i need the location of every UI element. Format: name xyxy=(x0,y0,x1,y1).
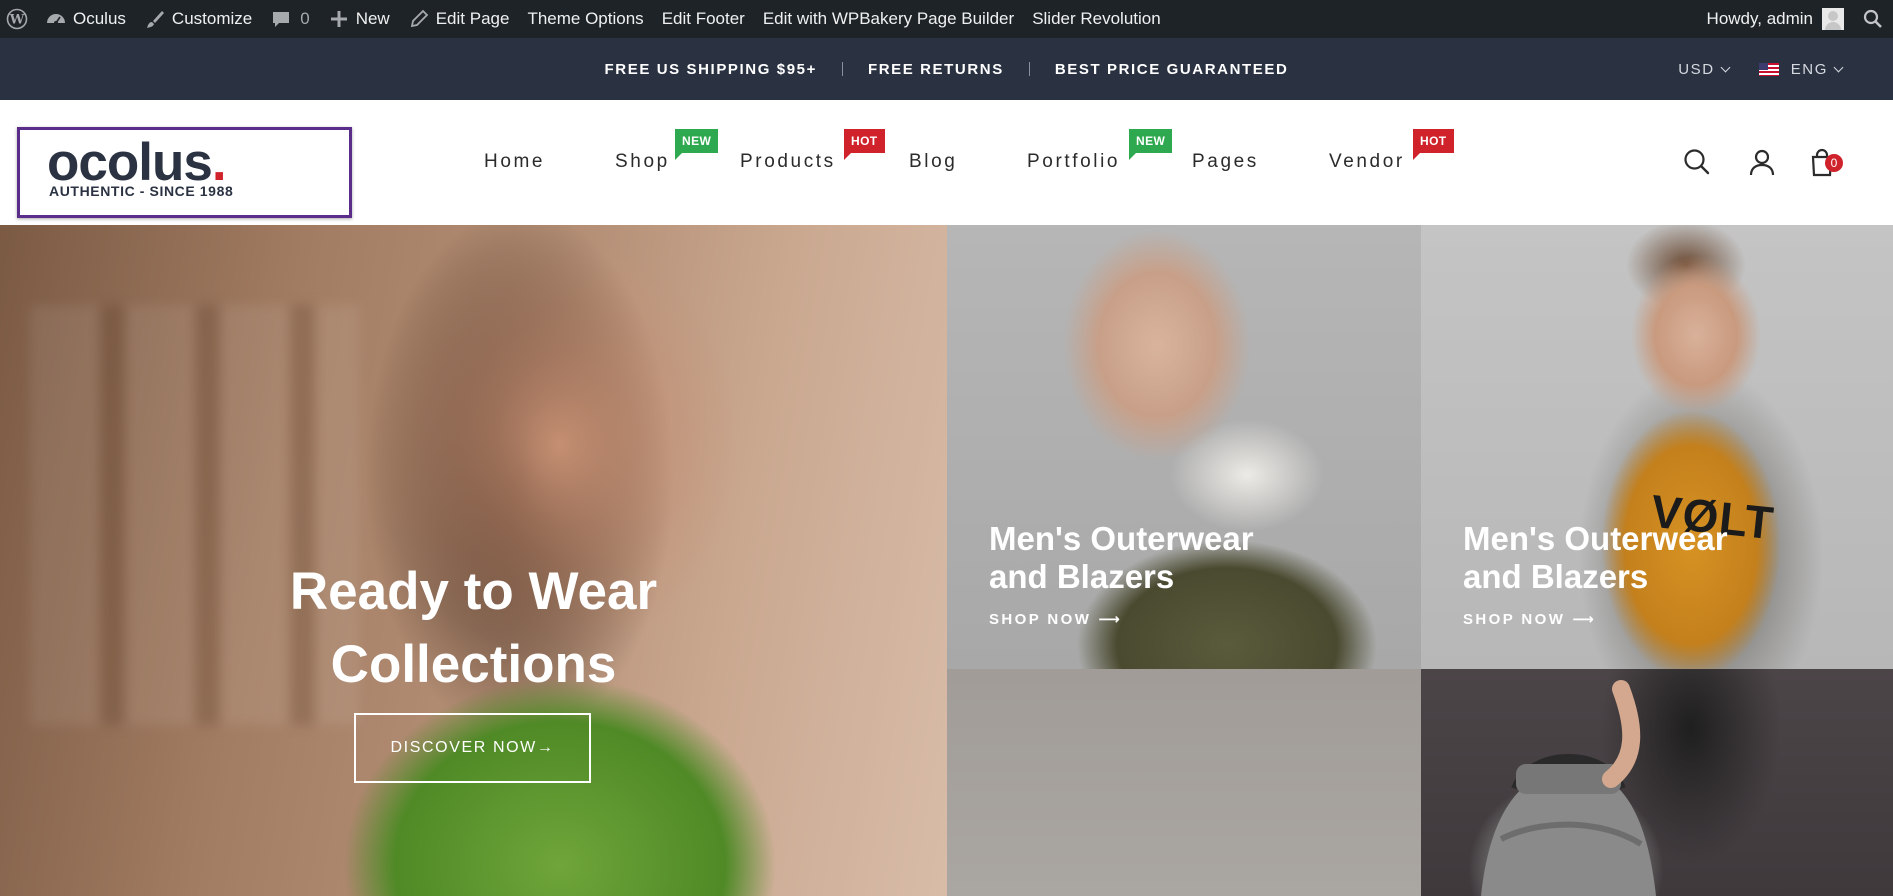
user-icon[interactable] xyxy=(1747,147,1777,177)
slider-revolution-label: Slider Revolution xyxy=(1032,9,1161,28)
discover-now-button[interactable]: DISCOVER NOW→ xyxy=(354,713,591,783)
comment-icon xyxy=(270,8,292,30)
comments-link[interactable]: 0 xyxy=(261,0,318,38)
promo-tile-men[interactable]: Men's Outerwear and Blazers SHOP NOW ⟶ xyxy=(947,225,1421,669)
tile-title: Men's Outerwear and Blazers xyxy=(989,520,1254,595)
badge-new: NEW xyxy=(675,129,719,160)
nav-shop[interactable]: Shop xyxy=(615,151,670,173)
promo-price: BEST PRICE GUARANTEED xyxy=(1054,60,1289,78)
badge-new: NEW xyxy=(1129,129,1173,160)
shop-now-label: SHOP NOW xyxy=(989,610,1092,628)
promo-messages: FREE US SHIPPING $95+ FREE RETURNS BEST … xyxy=(605,61,1289,78)
chevron-down-icon xyxy=(1720,62,1731,72)
shopping-bag-icon[interactable]: 0 xyxy=(1808,147,1843,177)
edit-footer-link[interactable]: Edit Footer xyxy=(653,0,754,38)
currency-value: USD xyxy=(1678,60,1715,78)
new-label: New xyxy=(355,9,390,28)
search-icon xyxy=(1862,8,1884,30)
tile-title: Men's Outerwear and Blazers xyxy=(1463,520,1728,595)
edit-page-link[interactable]: Edit Page xyxy=(399,0,519,38)
site-header: ocolus. AUTHENTIC - SINCE 1988 Home Shop… xyxy=(0,100,1893,225)
promo-tile-bags[interactable] xyxy=(1421,669,1893,896)
logo-tagline: AUTHENTIC - SINCE 1988 xyxy=(49,183,234,199)
wpbakery-link[interactable]: Edit with WPBakery Page Builder xyxy=(754,0,1023,38)
promo-divider xyxy=(841,62,843,76)
search-icon[interactable] xyxy=(1682,147,1712,177)
currency-selector[interactable]: USD xyxy=(1678,60,1731,78)
site-logo[interactable]: ocolus. AUTHENTIC - SINCE 1988 xyxy=(17,127,352,218)
wordpress-logo-button[interactable]: W xyxy=(0,0,36,38)
badge-hot: HOT xyxy=(844,129,885,160)
customize-link[interactable]: Customize xyxy=(135,0,261,38)
nav-blog[interactable]: Blog xyxy=(909,151,957,173)
slider-revolution-link[interactable]: Slider Revolution xyxy=(1023,0,1170,38)
admin-bar: W Oculus Customize 0 New Edit Page Theme… xyxy=(0,0,1893,38)
svg-text:W: W xyxy=(9,13,25,28)
cart-count-badge: 0 xyxy=(1825,154,1843,172)
plus-icon xyxy=(328,8,350,30)
dashboard-icon xyxy=(45,8,67,30)
wordpress-icon: W xyxy=(6,8,28,30)
edit-footer-label: Edit Footer xyxy=(661,9,745,28)
brush-icon xyxy=(144,8,166,30)
promo-divider xyxy=(1028,62,1030,76)
nav-vendor[interactable]: Vendor xyxy=(1329,151,1405,173)
promo-selectors: USD ENG xyxy=(1648,38,1844,100)
hero-title-line-2: Collections xyxy=(330,635,617,694)
comments-count: 0 xyxy=(300,9,310,28)
promo-bar: FREE US SHIPPING $95+ FREE RETURNS BEST … xyxy=(0,38,1893,100)
account-menu[interactable]: Howdy, admin xyxy=(1698,0,1853,38)
shop-now-label: SHOP NOW xyxy=(1463,610,1566,628)
shop-now-link[interactable]: SHOP NOW ⟶ xyxy=(1463,610,1597,629)
nav-products[interactable]: Products xyxy=(740,151,836,173)
theme-options-label: Theme Options xyxy=(527,9,644,28)
avatar xyxy=(1822,8,1844,30)
us-flag-icon xyxy=(1758,62,1779,76)
language-selector[interactable]: ENG xyxy=(1758,60,1844,78)
admin-search-button[interactable] xyxy=(1853,0,1893,38)
greeting-label: Howdy, admin xyxy=(1706,9,1813,28)
nav-home[interactable]: Home xyxy=(484,151,545,173)
chevron-down-icon xyxy=(1833,62,1844,72)
nav-pages[interactable]: Pages xyxy=(1192,151,1259,173)
backpack-image xyxy=(1481,680,1656,896)
shop-now-link[interactable]: SHOP NOW ⟶ xyxy=(989,610,1123,629)
site-name-menu[interactable]: Oculus xyxy=(36,0,135,38)
promo-shipping: FREE US SHIPPING $95+ xyxy=(604,60,817,78)
hero-banner: Ready to Wear Collections DISCOVER NOW→ xyxy=(0,225,947,896)
language-value: ENG xyxy=(1790,60,1828,78)
hero-title: Ready to Wear Collections xyxy=(0,555,947,701)
theme-options-link[interactable]: Theme Options xyxy=(518,0,652,38)
nav-portfolio[interactable]: Portfolio xyxy=(1027,151,1120,173)
promo-tile-kids[interactable]: VØLT Men's Outerwear and Blazers SHOP NO… xyxy=(1421,225,1893,669)
site-name-label: Oculus xyxy=(73,9,126,28)
hero-title-line-1: Ready to Wear xyxy=(289,562,658,621)
arrow-right-icon: ⟶ xyxy=(1098,611,1123,628)
new-content-menu[interactable]: New xyxy=(319,0,399,38)
promo-returns: FREE RETURNS xyxy=(867,60,1004,78)
pencil-icon xyxy=(408,8,430,30)
badge-hot: HOT xyxy=(1413,129,1454,160)
promo-tile-bottom-left[interactable] xyxy=(947,669,1421,896)
wpbakery-label: Edit with WPBakery Page Builder xyxy=(762,9,1015,28)
edit-page-label: Edit Page xyxy=(435,9,510,28)
customize-label: Customize xyxy=(171,9,253,28)
arrow-right-icon: ⟶ xyxy=(1572,611,1597,628)
